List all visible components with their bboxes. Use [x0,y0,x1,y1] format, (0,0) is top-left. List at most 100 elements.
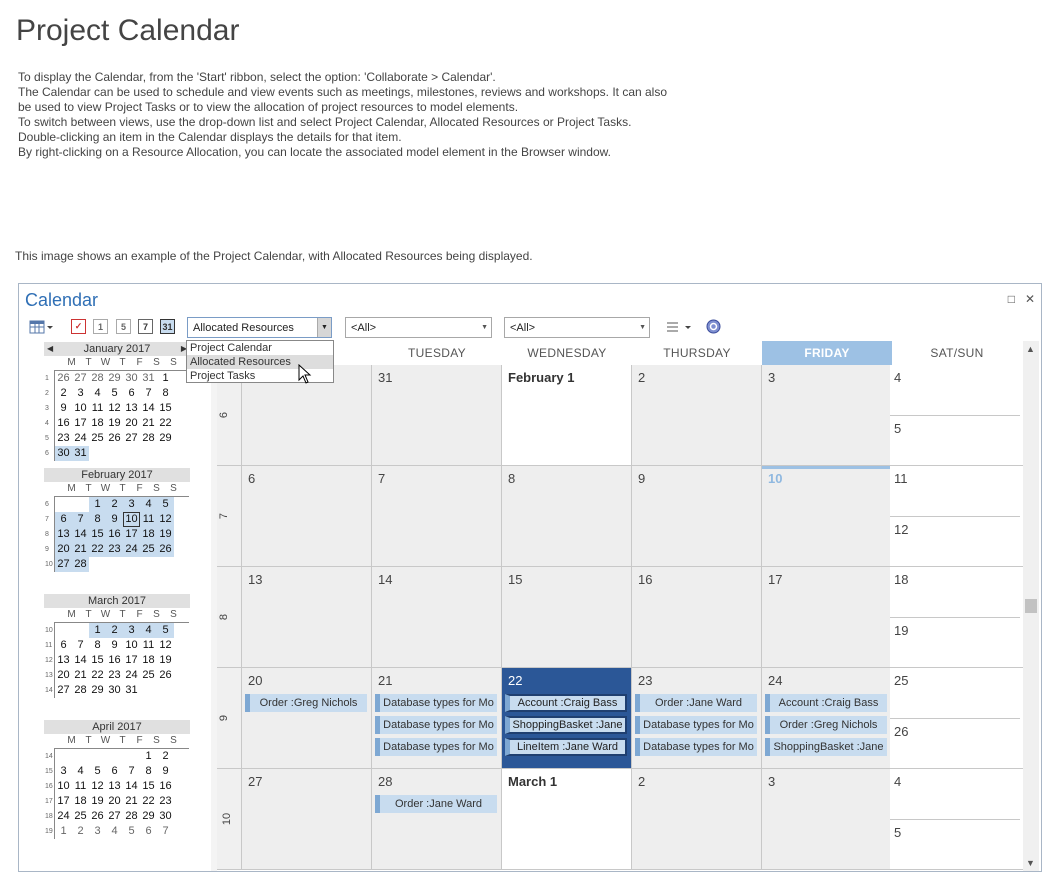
mini-day[interactable]: 16 [106,527,123,542]
mini-day[interactable]: 26 [89,809,106,824]
workweek-view-icon[interactable]: 5 [115,318,132,335]
mini-day[interactable]: 19 [157,527,174,542]
option-project-calendar[interactable]: Project Calendar [187,341,333,355]
mini-day[interactable]: 1 [157,371,174,386]
day-cell[interactable]: 23 Order :Jane Ward Database types for Mo D… [632,668,762,768]
mini-day[interactable] [89,446,106,461]
tasks-icon[interactable]: ✓ [70,318,87,335]
saturday-cell[interactable]: 11 [890,466,1020,516]
mini-day[interactable]: 11 [89,401,106,416]
mini-day[interactable] [72,497,89,512]
mini-day[interactable]: 24 [123,542,140,557]
mini-day[interactable]: 30 [123,371,140,386]
mini-day[interactable]: 1 [89,623,106,638]
mini-day[interactable] [157,557,174,572]
day-cell[interactable]: 9 [632,466,762,566]
mini-day[interactable]: 28 [72,683,89,698]
mini-day[interactable]: 20 [106,794,123,809]
mini-day[interactable]: 4 [89,386,106,401]
mini-day[interactable]: 8 [89,638,106,653]
maximize-icon[interactable]: □ [1008,292,1015,306]
sunday-cell[interactable]: 19 [890,617,1020,667]
mini-day[interactable]: 28 [89,371,106,386]
mini-day[interactable]: 12 [89,779,106,794]
mini-day[interactable]: 26 [157,668,174,683]
mini-day[interactable]: 18 [89,416,106,431]
mini-day[interactable]: 2 [157,749,174,764]
resource-allocation[interactable]: Order :Jane Ward [375,795,497,813]
mini-day[interactable]: 19 [106,416,123,431]
mini-day[interactable] [55,497,72,512]
mini-day[interactable]: 17 [123,653,140,668]
day-cell[interactable]: February 1 [502,365,632,465]
day-cell[interactable]: 22 Account :Craig Bass ShoppingBasket :Jan… [502,668,632,768]
filter1-dropdown[interactable]: <All> ▼ [345,317,492,338]
mini-day[interactable]: 11 [140,512,157,527]
mini-day[interactable] [106,557,123,572]
mini-day[interactable]: 18 [140,653,157,668]
mini-day[interactable]: 11 [140,638,157,653]
mini-day[interactable] [55,623,72,638]
mini-day[interactable]: 6 [55,638,72,653]
scroll-thumb[interactable] [1025,599,1037,613]
mini-day[interactable]: 11 [72,779,89,794]
mini-day[interactable]: 21 [72,668,89,683]
mini-day[interactable]: 3 [89,824,106,839]
day-cell[interactable]: 27 [242,769,372,869]
mini-day[interactable]: 25 [89,431,106,446]
mini-day[interactable]: 13 [106,779,123,794]
mini-day[interactable]: 14 [72,653,89,668]
day-cell[interactable]: March 1 [502,769,632,869]
mini-day[interactable]: 15 [157,401,174,416]
mini-day[interactable]: 7 [140,386,157,401]
mini-day[interactable]: 3 [55,764,72,779]
mini-day[interactable] [123,749,140,764]
mini-day[interactable]: 28 [140,431,157,446]
mini-day[interactable]: 10 [72,401,89,416]
mini-day[interactable]: 7 [72,638,89,653]
mini-day[interactable]: 5 [106,386,123,401]
mini-day[interactable]: 12 [157,512,174,527]
mini-day[interactable] [157,683,174,698]
mini-day[interactable]: 30 [106,683,123,698]
mini-day[interactable]: 28 [72,557,89,572]
mini-day[interactable]: 27 [106,809,123,824]
mini-day[interactable]: 9 [55,401,72,416]
mini-day[interactable]: 15 [89,653,106,668]
resource-allocation[interactable]: Database types for Mo [375,738,497,756]
resource-allocation[interactable]: Order :Jane Ward [635,694,757,712]
mini-day[interactable]: 10 [123,638,140,653]
month-view-icon[interactable]: 31 [159,318,176,335]
saturday-cell[interactable]: 25 [890,668,1020,718]
mini-day[interactable]: 5 [157,623,174,638]
mini-day[interactable]: 4 [140,497,157,512]
mini-day[interactable]: 1 [55,824,72,839]
mini-day[interactable]: 10 [123,512,140,527]
mini-day[interactable]: 21 [72,542,89,557]
mini-day[interactable]: 14 [140,401,157,416]
day-cell[interactable]: 28 Order :Jane Ward [372,769,502,869]
view-dropdown[interactable]: Allocated Resources ▼ [187,317,332,338]
day-cell[interactable]: 14 [372,567,502,667]
mini-day[interactable]: 24 [72,431,89,446]
mini-day[interactable]: 20 [123,416,140,431]
resource-allocation[interactable]: Account :Craig Bass [505,694,627,712]
day-cell[interactable]: 3 [762,769,892,869]
mini-day[interactable]: 27 [55,557,72,572]
mini-day[interactable]: 19 [157,653,174,668]
saturday-cell[interactable]: 4 [890,365,1020,415]
mini-day[interactable]: 2 [55,386,72,401]
mini-day[interactable]: 17 [55,794,72,809]
mini-day[interactable]: 3 [72,386,89,401]
mini-day[interactable]: 22 [89,668,106,683]
sunday-cell[interactable]: 5 [890,415,1020,465]
mini-day[interactable]: 8 [89,512,106,527]
mini-day[interactable] [140,446,157,461]
scroll-up-icon[interactable]: ▲ [1026,344,1035,354]
mini-day[interactable]: 28 [123,809,140,824]
mini-day[interactable]: 23 [106,542,123,557]
mini-day[interactable] [140,557,157,572]
day-cell[interactable]: 31 [372,365,502,465]
mini-day[interactable]: 30 [55,446,72,461]
mini-day[interactable]: 2 [106,623,123,638]
